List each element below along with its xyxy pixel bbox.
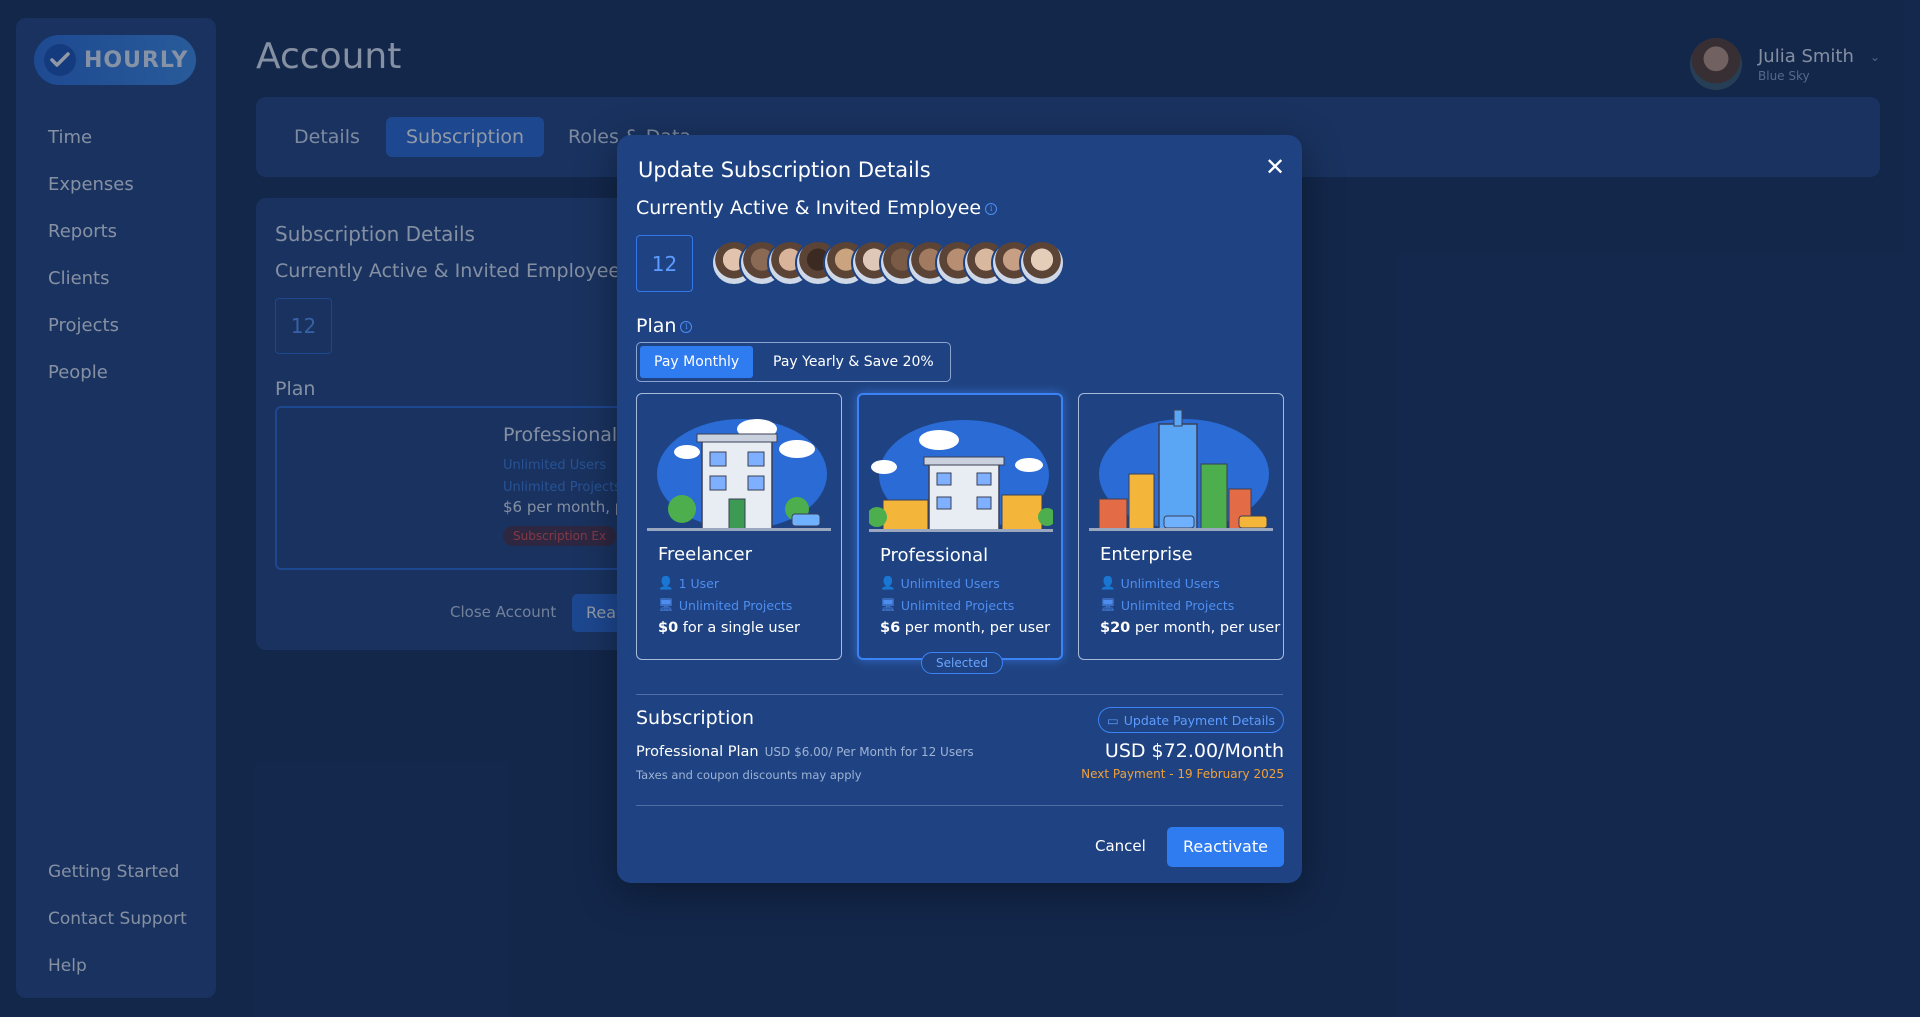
pay-yearly-option[interactable]: Pay Yearly & Save 20%: [759, 346, 948, 378]
plan-label-text: Plan: [636, 315, 677, 337]
plan-feature-projects: 🖥 Unlimited Projects: [1100, 597, 1235, 613]
freelancer-illustration: [647, 419, 831, 531]
credit-card-icon: ▭: [1106, 712, 1119, 728]
pay-monthly-option[interactable]: Pay Monthly: [640, 346, 754, 378]
subscription-plan-name: Professional Plan: [636, 744, 759, 760]
user-icon: 👤: [880, 575, 896, 590]
plan-feature-projects: 🖥 Unlimited Projects: [658, 597, 793, 613]
monitor-icon: 🖥: [1100, 597, 1116, 612]
plan-price: $6 per month, per user: [880, 620, 1051, 636]
cancel-button[interactable]: Cancel: [1095, 837, 1146, 855]
plan-feature-projects: 🖥 Unlimited Projects: [880, 597, 1015, 613]
update-subscription-modal: Update Subscription Details ✕ Currently …: [617, 135, 1302, 883]
plan-name: Enterprise: [1100, 544, 1193, 565]
reactivate-button[interactable]: Reactivate: [1167, 827, 1284, 867]
monitor-icon: 🖥: [658, 597, 674, 612]
employee-avatars: [711, 240, 1065, 286]
plan-card-freelancer[interactable]: Freelancer 👤 1 User 🖥 Unlimited Projects $…: [636, 393, 842, 660]
plan-card-professional[interactable]: Professional 👤 Unlimited Users 🖥 Unlimited…: [857, 393, 1063, 674]
plan-name: Freelancer: [658, 544, 753, 565]
employee-label: Currently Active & Invited Employee i: [636, 197, 998, 219]
update-payment-button[interactable]: ▭ Update Payment Details: [1098, 707, 1284, 733]
divider: [636, 694, 1283, 695]
plan-feature-users: 👤 Unlimited Users: [1100, 575, 1220, 591]
user-icon: 👤: [658, 575, 674, 590]
modal-title: Update Subscription Details: [638, 158, 931, 182]
info-icon[interactable]: i: [985, 202, 998, 215]
plan-price: $0 for a single user: [658, 620, 801, 636]
plan-price: $20 per month, per user: [1100, 620, 1281, 636]
selected-badge: Selected: [921, 652, 1003, 674]
employee-count: 12: [636, 235, 693, 292]
next-payment: Next Payment - 19 February 2025: [1081, 767, 1284, 781]
tax-note: Taxes and coupon discounts may apply: [636, 768, 862, 782]
info-icon[interactable]: i: [680, 320, 693, 333]
subscription-plan-detail: USD $6.00/ Per Month for 12 Users: [764, 745, 974, 759]
subscription-plan: Professional Plan USD $6.00/ Per Month fo…: [636, 744, 974, 760]
close-icon[interactable]: ✕: [1265, 155, 1285, 179]
plan-card-enterprise[interactable]: Enterprise 👤 Unlimited Users 🖥 Unlimited P…: [1078, 393, 1284, 660]
enterprise-illustration: [1089, 409, 1273, 531]
monitor-icon: 🖥: [880, 597, 896, 612]
billing-toggle: Pay Monthly Pay Yearly & Save 20%: [636, 342, 951, 382]
subscription-total: USD $72.00/Month: [1104, 740, 1284, 762]
employee-label-text: Currently Active & Invited Employee: [636, 197, 982, 219]
divider: [636, 805, 1283, 806]
user-icon: 👤: [1100, 575, 1116, 590]
plan-label: Plan i: [636, 315, 693, 337]
professional-illustration: [869, 420, 1053, 532]
plan-feature-users: 👤 Unlimited Users: [880, 575, 1000, 591]
employee-avatar: [1019, 240, 1065, 286]
subscription-title: Subscription: [636, 707, 755, 729]
plan-feature-users: 👤 1 User: [658, 575, 719, 591]
plan-name: Professional: [880, 545, 989, 566]
